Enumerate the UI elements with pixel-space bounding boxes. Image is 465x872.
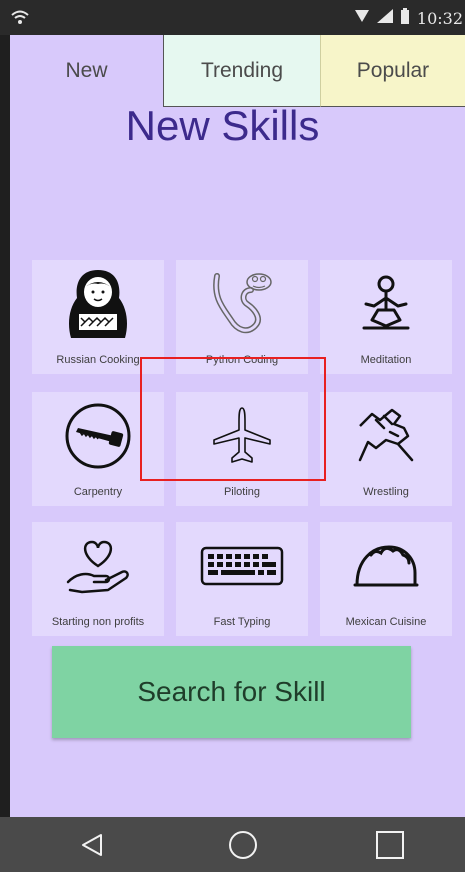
tab-bar: New Trending Popular (10, 35, 465, 107)
heart-hand-icon (32, 528, 164, 604)
skill-card-python-coding[interactable]: Python Coding (176, 260, 308, 374)
skill-label: Carpentry (73, 486, 123, 498)
matryoshka-icon (32, 266, 164, 342)
signal-wifi-icon (354, 9, 369, 27)
skill-card-wrestling[interactable]: Wrestling (320, 392, 452, 506)
wifi-icon (10, 8, 30, 31)
skill-label: Meditation (360, 354, 412, 366)
tab-trending[interactable]: Trending (164, 35, 320, 107)
skill-card-meditation[interactable]: Meditation (320, 260, 452, 374)
skill-label: Russian Cooking (56, 354, 140, 366)
skill-label: Starting non profits (51, 616, 145, 628)
handshake-icon (320, 398, 452, 474)
keyboard-icon (176, 528, 308, 604)
search-skill-button[interactable]: Search for Skill (52, 646, 411, 738)
recents-icon[interactable] (370, 829, 410, 861)
back-icon[interactable] (72, 829, 112, 861)
taco-icon (320, 528, 452, 604)
skill-card-starting-non-profits[interactable]: Starting non profits (32, 522, 164, 636)
skill-card-carpentry[interactable]: Carpentry (32, 392, 164, 506)
meditation-icon (320, 266, 452, 342)
skill-card-piloting[interactable]: Piloting (176, 392, 308, 506)
signal-icon (376, 8, 393, 28)
airplane-icon (176, 398, 308, 474)
snake-icon (176, 266, 308, 342)
status-bar: 10:32 (0, 0, 465, 35)
skill-label: Python Coding (205, 354, 279, 366)
tab-popular[interactable]: Popular (320, 35, 465, 107)
skill-card-fast-typing[interactable]: Fast Typing (176, 522, 308, 636)
skill-label: Piloting (223, 486, 261, 498)
tab-new[interactable]: New (10, 35, 164, 107)
saw-icon (32, 398, 164, 474)
skill-label: Fast Typing (213, 616, 271, 628)
page-title: New Skills (125, 102, 320, 149)
home-icon[interactable] (223, 829, 263, 861)
navigation-bar (0, 817, 465, 872)
status-time: 10:32 (416, 8, 463, 28)
skill-card-russian-cooking[interactable]: Russian Cooking (32, 260, 164, 374)
battery-icon (400, 7, 409, 29)
skill-label: Wrestling (363, 486, 409, 498)
skill-label: Mexican Cuisine (345, 616, 427, 628)
skill-card-mexican-cuisine[interactable]: Mexican Cuisine (320, 522, 452, 636)
